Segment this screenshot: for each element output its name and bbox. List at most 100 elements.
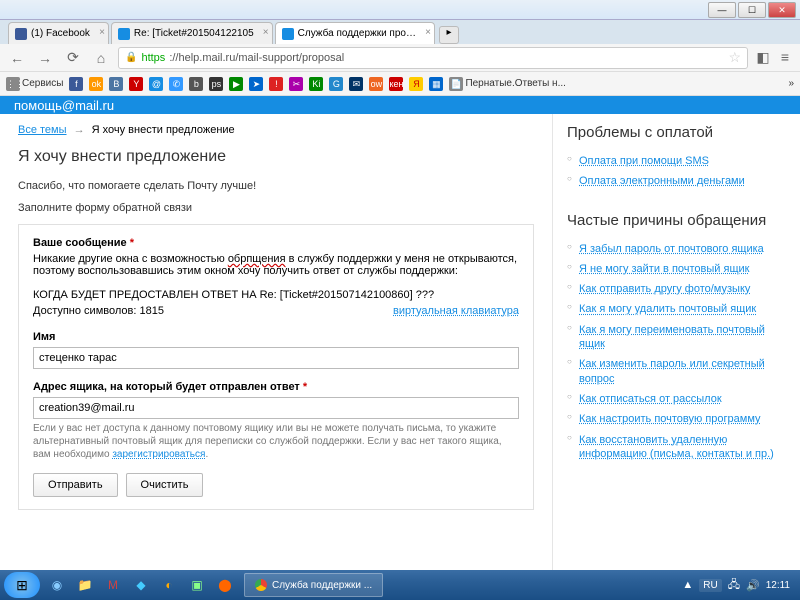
reload-button[interactable]: ⟳ (62, 47, 84, 69)
name-input[interactable] (33, 347, 519, 369)
bookmark-item[interactable]: ▶ (229, 77, 243, 91)
system-tray: ▲ RU 🖧 🔊 12:11 (682, 576, 796, 595)
back-button[interactable]: ← (6, 47, 28, 69)
close-icon[interactable]: × (425, 27, 431, 38)
new-tab-button[interactable]: ▸ (439, 26, 459, 44)
extension-icon[interactable]: ◧ (754, 49, 772, 67)
window-maximize-button[interactable]: ☐ (738, 2, 766, 18)
close-icon[interactable]: × (263, 27, 269, 38)
sidebar-link[interactable]: Оплата при помощи SMS (579, 155, 709, 167)
taskbar-icon[interactable]: ◉ (44, 573, 70, 597)
payment-problems-heading: Проблемы с оплатой (567, 124, 786, 141)
page-body: Все темы → Я хочу внести предложение Я х… (0, 114, 800, 574)
taskbar-icon[interactable]: M (100, 573, 126, 597)
bookmark-item[interactable]: ✆ (169, 77, 183, 91)
feedback-form: Ваше сообщение * Никакие другие окна с в… (18, 224, 534, 510)
tab-label: Re: [Ticket#201504122105 (134, 28, 254, 39)
address-bar[interactable]: 🔒 https://help.mail.ru/mail-support/prop… (118, 47, 748, 69)
email-label: Адрес ящика, на который будет отправлен … (33, 381, 519, 393)
clear-button[interactable]: Очистить (126, 473, 204, 497)
bookmark-item[interactable]: кен (389, 77, 403, 91)
bookmark-item[interactable]: Y (129, 77, 143, 91)
tray-icon[interactable]: ▲ (682, 579, 693, 591)
sidebar-link[interactable]: Как настроить почтовую программу (579, 413, 761, 425)
bookmark-item[interactable]: G (329, 77, 343, 91)
facebook-icon (15, 28, 27, 40)
bookmark-item[interactable]: ➤ (249, 77, 263, 91)
list-item: Как я могу переименовать почтовый ящик (567, 320, 786, 355)
bookmark-item[interactable]: Я (409, 77, 423, 91)
home-button[interactable]: ⌂ (90, 47, 112, 69)
bookmark-item[interactable]: ✉ (349, 77, 363, 91)
email-input[interactable] (33, 397, 519, 419)
faq-links-list: Я забыл пароль от почтового ящика Я не м… (567, 239, 786, 465)
bookmark-star-icon[interactable]: ☆ (728, 49, 741, 66)
sidebar-link[interactable]: Как отписаться от рассылок (579, 393, 722, 405)
list-item: Я забыл пароль от почтового ящика (567, 239, 786, 259)
volume-icon[interactable]: 🔊 (746, 579, 760, 592)
bookmark-item[interactable]: ok (89, 77, 103, 91)
bookmark-item[interactable]: B (109, 77, 123, 91)
breadcrumb-root[interactable]: Все темы (18, 124, 67, 136)
bookmark-item[interactable]: ! (269, 77, 283, 91)
window-titlebar: — ☐ ✕ (0, 0, 800, 20)
bookmark-item[interactable]: ✂ (289, 77, 303, 91)
taskbar-icon[interactable]: ▣ (184, 573, 210, 597)
sidebar-link[interactable]: Оплата электронными деньгами (579, 175, 745, 187)
register-link[interactable]: зарегистрироваться (112, 449, 205, 460)
list-item: Как изменить пароль или секретный вопрос (567, 354, 786, 389)
bookmark-item[interactable]: ps (209, 77, 223, 91)
window-minimize-button[interactable]: — (708, 2, 736, 18)
sidebar-link[interactable]: Как я могу удалить почтовый ящик (579, 303, 756, 315)
misspelled-word: обрпщения (228, 253, 286, 265)
chrome-icon (255, 579, 267, 591)
instruction-text: Заполните форму обратной связи (18, 202, 534, 214)
virtual-keyboard-link[interactable]: виртуальная клавиатура (393, 305, 519, 317)
taskbar-app-chrome[interactable]: Служба поддержки ... (244, 573, 383, 597)
sidebar-link[interactable]: Я забыл пароль от почтового ящика (579, 243, 764, 255)
start-button[interactable]: ⊞ (4, 572, 40, 598)
chrome-menu-icon[interactable]: ≡ (776, 49, 794, 67)
taskbar-icon[interactable]: 📁 (72, 573, 98, 597)
browser-tabstrip: (1) Facebook × Re: [Ticket#201504122105 … (0, 20, 800, 44)
bookmark-item[interactable]: 📄Пернатые.Ответы н... (449, 77, 565, 91)
bookmark-item[interactable]: ▦ (429, 77, 443, 91)
taskbar-icon[interactable]: ◆ (128, 573, 154, 597)
list-item: Как восстановить удаленную информацию (п… (567, 430, 786, 465)
window-close-button[interactable]: ✕ (768, 2, 796, 18)
submit-button[interactable]: Отправить (33, 473, 118, 497)
site-logo-text: помощь@mail.ru (14, 98, 114, 113)
bookmark-item[interactable]: f (69, 77, 83, 91)
bookmark-item[interactable]: ow (369, 77, 383, 91)
list-item: Как настроить почтовую программу (567, 409, 786, 429)
page-header: помощь@mail.ru (0, 96, 800, 114)
bookmark-item[interactable]: @ (149, 77, 163, 91)
language-indicator[interactable]: RU (699, 579, 721, 592)
network-icon[interactable]: 🖧 (728, 576, 740, 595)
sidebar-link[interactable]: Как я могу переименовать почтовый ящик (579, 324, 765, 350)
taskbar-app-label: Служба поддержки ... (272, 580, 372, 591)
list-item: Как отписаться от рассылок (567, 389, 786, 409)
tab-ticket[interactable]: Re: [Ticket#201504122105 × (111, 22, 273, 44)
other-bookmarks-button[interactable]: » (788, 78, 794, 89)
tab-support[interactable]: Служба поддержки про… × (275, 22, 435, 44)
tab-facebook[interactable]: (1) Facebook × (8, 22, 109, 44)
lead-text: Спасибо, что помогаете сделать Почту луч… (18, 180, 534, 192)
taskbar-icon[interactable]: ◐ (156, 573, 182, 597)
bookmark-item[interactable]: Ki (309, 77, 323, 91)
windows-taskbar: ⊞ ◉ 📁 M ◆ ◐ ▣ ⬤ Служба поддержки ... ▲ R… (0, 570, 800, 600)
apps-button[interactable]: ⋮⋮Сервисы (6, 77, 63, 91)
clock[interactable]: 12:11 (766, 580, 790, 591)
sidebar-link[interactable]: Я не могу зайти в почтовый ящик (579, 263, 749, 275)
right-sidebar: Проблемы с оплатой Оплата при помощи SMS… (552, 114, 800, 574)
forward-button[interactable]: → (34, 47, 56, 69)
sidebar-link[interactable]: Как восстановить удаленную информацию (п… (579, 434, 774, 460)
sidebar-link[interactable]: Как изменить пароль или секретный вопрос (579, 358, 765, 384)
bookmarks-bar: ⋮⋮Сервисы f ok B Y @ ✆ b ps ▶ ➤ ! ✂ Ki G… (0, 72, 800, 96)
breadcrumb: Все темы → Я хочу внести предложение (18, 124, 534, 136)
close-icon[interactable]: × (99, 27, 105, 38)
bookmark-item[interactable]: b (189, 77, 203, 91)
taskbar-icon[interactable]: ⬤ (212, 573, 238, 597)
message-textarea[interactable]: Никакие другие окна с возможностью обрпщ… (33, 253, 519, 301)
sidebar-link[interactable]: Как отправить другу фото/музыку (579, 283, 750, 295)
